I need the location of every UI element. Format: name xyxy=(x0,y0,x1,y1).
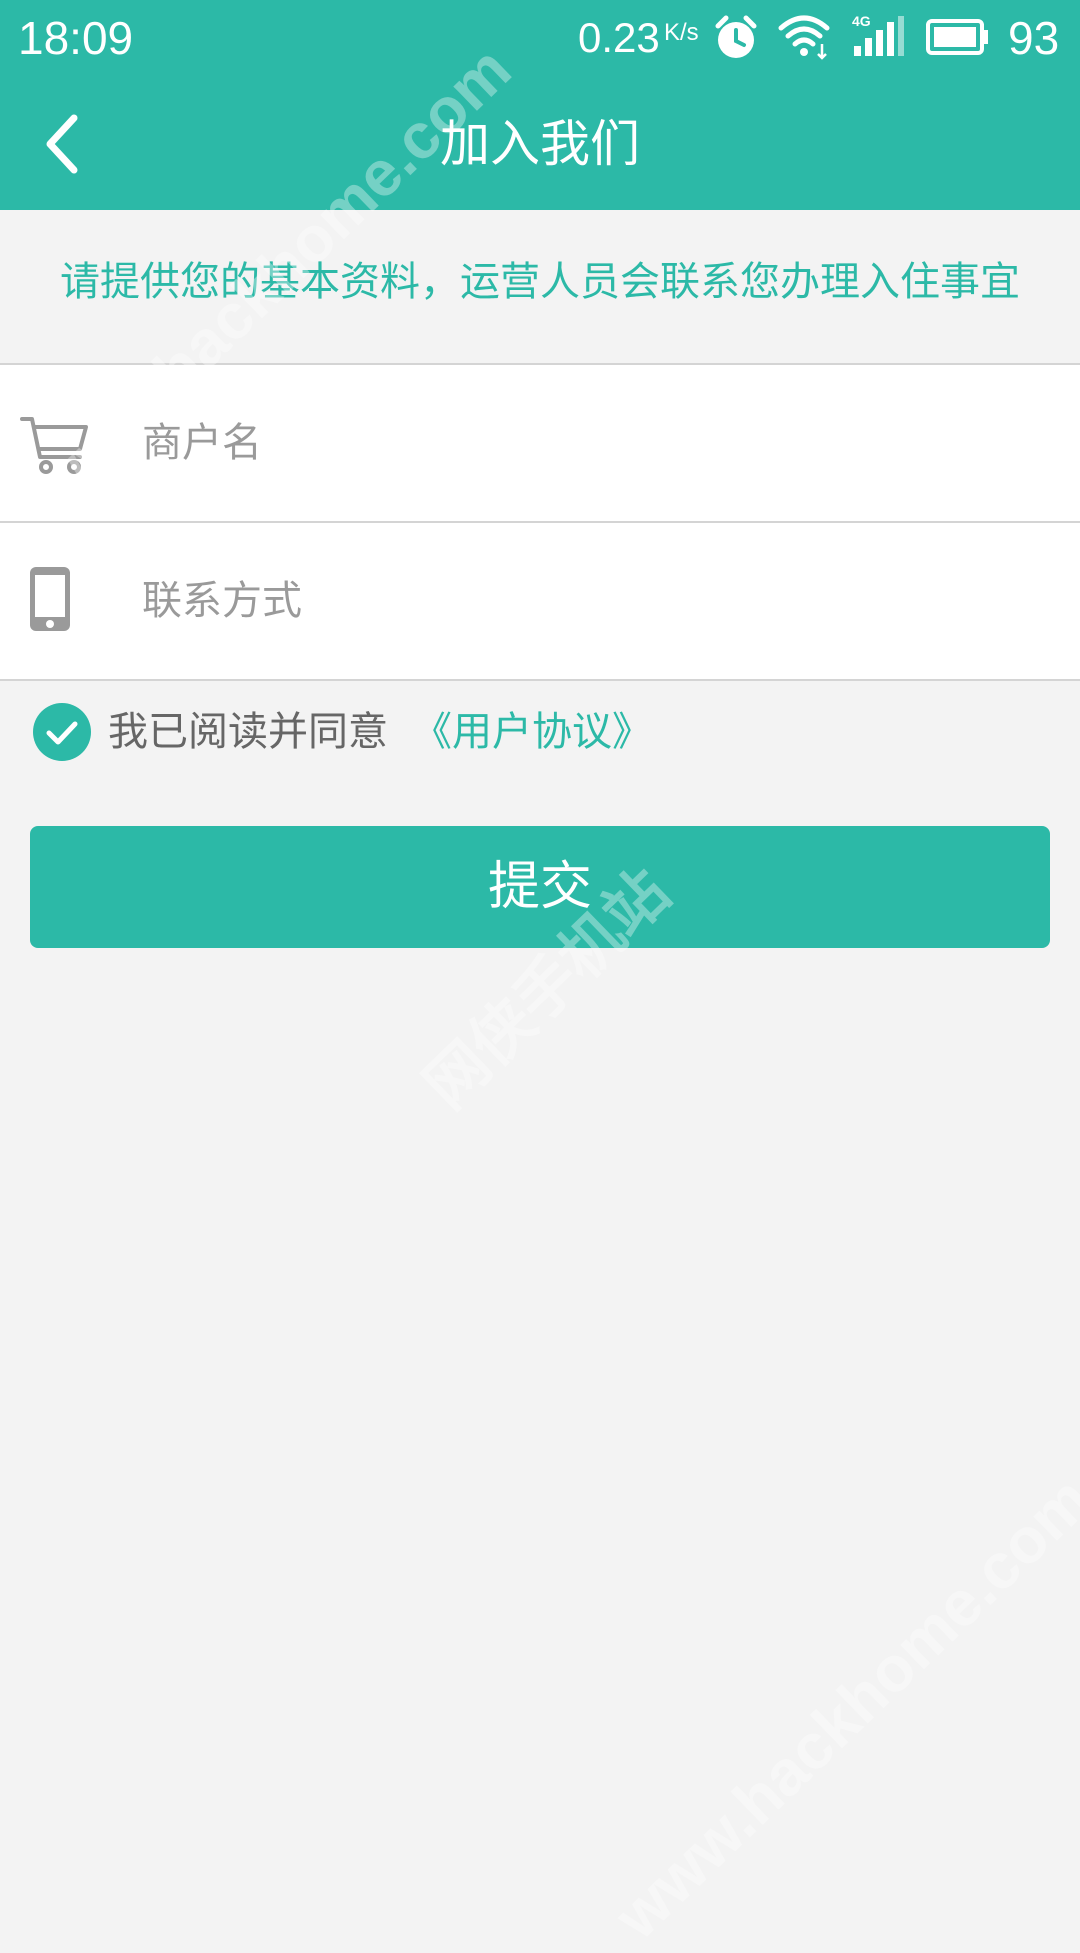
signal-4g-icon: 4G xyxy=(852,13,904,56)
merchant-name-input[interactable] xyxy=(142,403,1042,483)
contact-row xyxy=(0,523,1080,681)
alarm-icon xyxy=(715,15,757,58)
svg-text:4G: 4G xyxy=(852,13,871,29)
status-battery-level: 93 xyxy=(1008,12,1060,64)
submit-button[interactable]: 提交 xyxy=(30,826,1050,948)
agreement-text: 我已阅读并同意 xyxy=(108,709,388,755)
page-title: 加入我们 xyxy=(440,115,640,173)
agree-checkbox[interactable] xyxy=(32,702,92,762)
wifi-icon xyxy=(778,15,830,60)
phone-icon xyxy=(30,567,70,631)
status-net-speed: 0.23 xyxy=(578,14,660,61)
cart-icon xyxy=(20,417,88,474)
watermark-text-bottom: www.hackhome.com xyxy=(600,1462,1080,1953)
contact-input[interactable] xyxy=(142,561,1042,641)
merchant-name-row xyxy=(0,363,1080,523)
info-message: 请提供您的基本资料，运营人员会联系您办理入住事宜 xyxy=(60,259,1020,305)
status-time: 18:09 xyxy=(18,12,134,64)
nav-bar: 加入我们 xyxy=(0,78,1080,210)
top-bar: 18:09 0.23 K/s 4G 93 加入我们 xyxy=(0,0,1080,210)
battery-icon xyxy=(926,19,988,55)
agreement-row: 我已阅读并同意 《用户协议》 xyxy=(32,700,1032,764)
status-bar: 18:09 0.23 K/s 4G 93 xyxy=(0,0,1080,78)
user-agreement-link[interactable]: 《用户协议》 xyxy=(412,700,652,764)
status-net-speed-unit: K/s xyxy=(664,19,699,46)
